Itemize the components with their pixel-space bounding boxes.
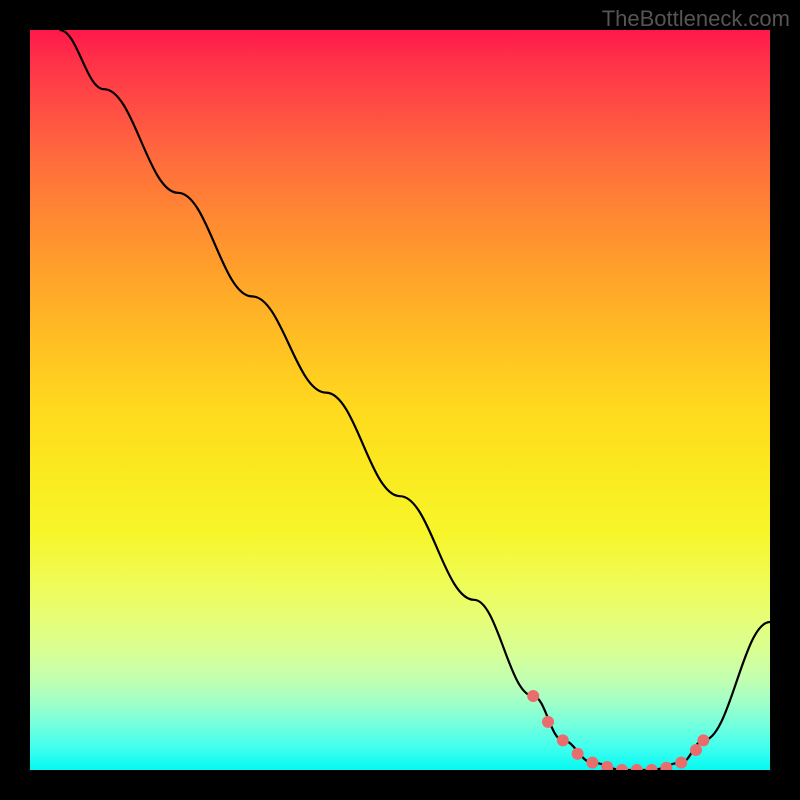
optimal-marker bbox=[572, 748, 584, 760]
optimal-marker bbox=[631, 764, 643, 770]
bottleneck-curve-line bbox=[60, 30, 770, 770]
optimal-marker bbox=[646, 764, 658, 770]
optimal-marker bbox=[690, 744, 702, 756]
optimal-marker bbox=[542, 716, 554, 728]
chart-frame bbox=[30, 30, 770, 770]
chart-plot-area bbox=[30, 30, 770, 770]
optimal-marker bbox=[586, 757, 598, 769]
optimal-marker bbox=[616, 764, 628, 770]
optimal-marker bbox=[527, 690, 539, 702]
optimal-marker bbox=[557, 734, 569, 746]
optimal-region-markers bbox=[527, 690, 709, 770]
chart-svg bbox=[30, 30, 770, 770]
optimal-marker bbox=[660, 762, 672, 770]
optimal-marker bbox=[601, 761, 613, 770]
optimal-marker bbox=[697, 734, 709, 746]
watermark-text: TheBottleneck.com bbox=[602, 6, 790, 32]
optimal-marker bbox=[675, 757, 687, 769]
